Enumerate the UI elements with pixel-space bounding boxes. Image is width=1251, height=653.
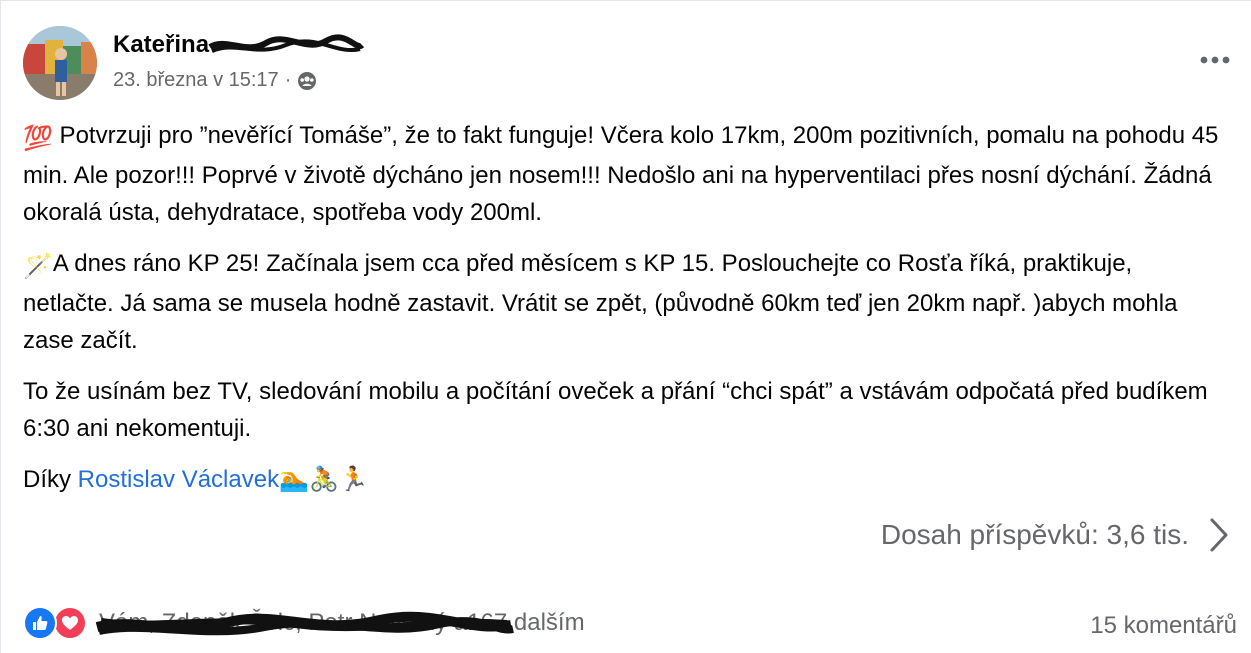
like-icon [23,606,57,640]
paragraph-1-text: Potvrzuji pro ”nevěřící Tomáše”, že to f… [23,122,1219,226]
paragraph-3: To že usínám bez TV, sledování mobilu a … [23,378,1208,442]
more-horizontal-icon [1200,56,1230,64]
author-avatar[interactable] [23,26,97,100]
paragraph-2: 🪄A dnes ráno KP 25! Začínala jsem cca př… [23,245,1228,359]
paragraph-2-text: A dnes ráno KP 25! Začínala jsem cca pře… [23,250,1178,354]
comments-count[interactable]: 15 komentářů [1090,612,1237,640]
more-options-button[interactable] [1197,46,1233,74]
group-icon[interactable] [297,71,317,91]
magic-wand-icon: 🪄 [23,253,53,280]
post-meta: 23. března v 15:17 · [113,69,317,92]
post-body: 💯 Potvrzuji pro ”nevěřící Tomáše”, že to… [23,117,1228,512]
mention-link[interactable]: Rostislav Václavek [78,466,279,493]
post-timestamp[interactable]: 23. března v 15:17 [113,69,279,92]
redaction-scribble [95,611,514,636]
post-reach-link[interactable]: Dosah příspěvků: 3,6 tis. [881,517,1229,553]
paragraph-1: 💯 Potvrzuji pro ”nevěřící Tomáše”, že to… [23,117,1228,231]
sport-emojis: 🏊🚴🏃 [279,466,369,493]
hundred-points-icon: 💯 [23,125,53,152]
reactions-summary[interactable]: Vám, Zdeněk Šolc, Petr Novotný a 167 dal… [23,606,585,640]
paragraph-4: Díky Rostislav Václavek🏊🚴🏃 [23,461,1228,498]
redaction-scribble [208,34,365,53]
meta-separator: · [284,69,292,91]
reach-label: Dosah příspěvků: 3,6 tis. [880,519,1189,550]
reactor-names[interactable]: Vám, Zdeněk Šolc, Petr Novotný a [95,609,514,637]
love-icon [53,606,87,640]
post-card: Kateřina 23. března v 15:17 · 💯 Potvrzuj… [0,0,1251,653]
chevron-right-icon [1210,518,1228,552]
thanks-prefix: Díky [23,466,78,493]
author-name[interactable]: Kateřina [113,31,209,59]
